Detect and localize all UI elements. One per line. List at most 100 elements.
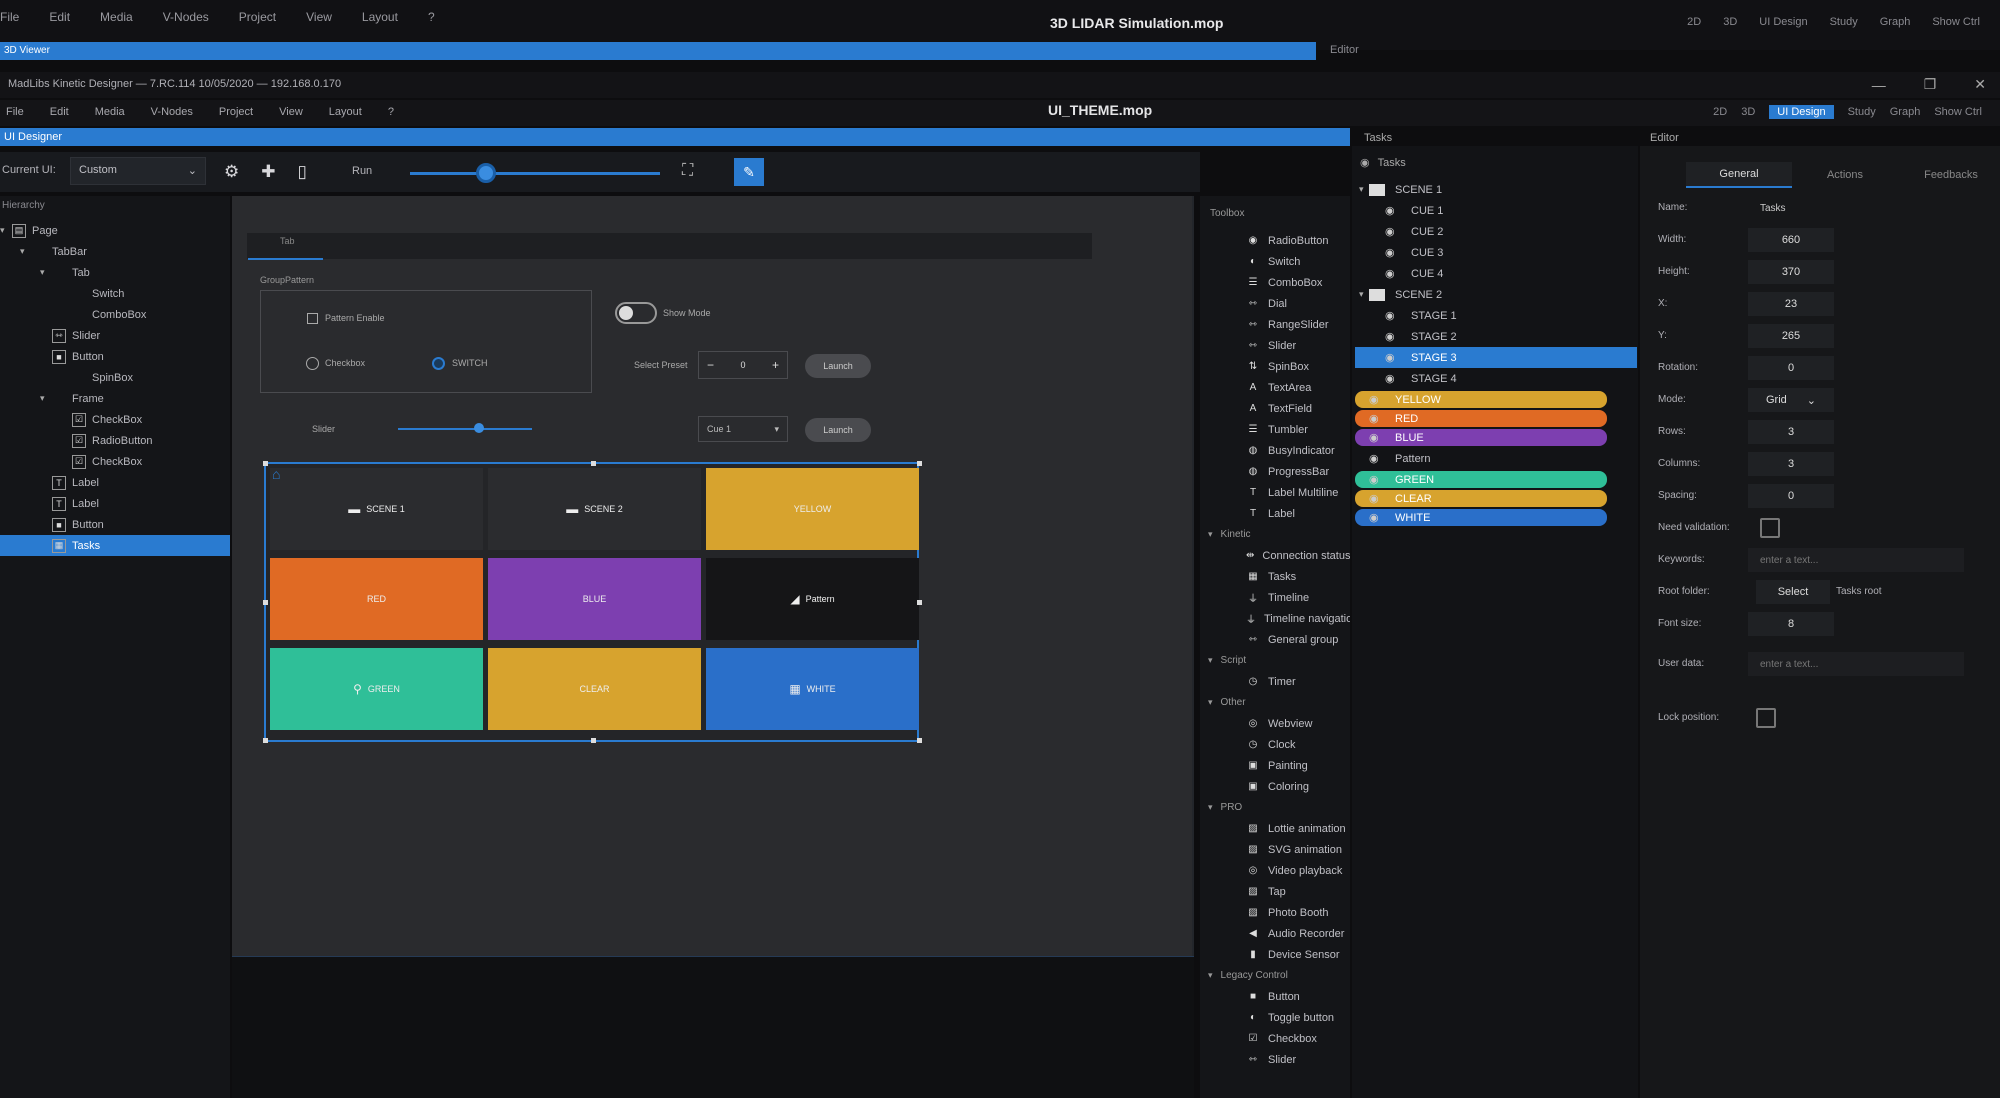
outer-menu-help[interactable]: ? <box>428 10 435 24</box>
outer-menu-layout[interactable]: Layout <box>362 10 398 24</box>
property-value-field[interactable]: 265 <box>1748 324 1834 348</box>
tab-actions[interactable]: Actions <box>1792 162 1898 188</box>
mode-study[interactable]: Study <box>1848 106 1876 118</box>
task-tile[interactable]: YELLOW <box>706 468 919 550</box>
toolbox-item[interactable]: ◐ Toggle button <box>1200 1007 1350 1028</box>
toolbox-item[interactable]: ⇿ Slider <box>1200 1049 1350 1070</box>
task-row[interactable]: ◉ CUE 3 <box>1355 242 1637 263</box>
task-tile[interactable]: BLUE <box>488 558 701 640</box>
toolbox-category[interactable]: ▾ PRO <box>1200 797 1350 818</box>
toolbox-item[interactable]: ⇿ Slider <box>1200 335 1350 356</box>
property-select[interactable]: Grid ⌄ <box>1748 388 1834 412</box>
toolbox-item[interactable]: A TextField <box>1200 398 1350 419</box>
toolbox-item[interactable]: ▨ Tap <box>1200 881 1350 902</box>
toolbox-item[interactable]: ◉ RadioButton <box>1200 230 1350 251</box>
task-tile[interactable]: ▬ SCENE 1 <box>270 468 483 550</box>
toolbox-item[interactable]: ▮ Device Sensor <box>1200 944 1350 965</box>
task-row[interactable]: ▾ SCENE 1 <box>1355 179 1637 200</box>
pattern-enable-checkbox[interactable] <box>307 313 318 324</box>
task-row[interactable]: ◉ CUE 4 <box>1355 263 1637 284</box>
edit-mode-button[interactable]: ✎ <box>734 158 764 186</box>
eye-icon[interactable]: ◉ <box>1369 452 1385 465</box>
eye-icon[interactable]: ◉ <box>1385 351 1401 364</box>
hierarchy-item[interactable]: ☑ CheckBox <box>0 451 230 472</box>
toolbox-item[interactable]: ▣ Coloring <box>1200 776 1350 797</box>
task-row[interactable]: ◉ CLEAR <box>1355 490 1607 507</box>
outer-menu-project[interactable]: Project <box>239 10 276 24</box>
caret-icon[interactable]: ▾ <box>20 246 32 257</box>
hierarchy-item[interactable]: ComboBox <box>0 304 230 325</box>
property-value-field[interactable]: 0 <box>1748 356 1834 380</box>
hierarchy-item[interactable]: ■ Button <box>0 346 230 367</box>
property-value-field[interactable]: 3 <box>1748 420 1834 444</box>
property-text-input[interactable]: enter a text... <box>1748 652 1964 676</box>
hierarchy-item[interactable]: ☑ RadioButton <box>0 430 230 451</box>
property-value-field[interactable]: 0 <box>1748 484 1834 508</box>
task-row[interactable]: ◉ GREEN <box>1355 471 1607 488</box>
resize-handle[interactable] <box>591 461 596 466</box>
resize-handle[interactable] <box>917 738 922 743</box>
hierarchy-item[interactable]: ⇿ Slider <box>0 325 230 346</box>
toolbox-item[interactable]: ▨ Lottie animation <box>1200 818 1350 839</box>
resize-handle[interactable] <box>591 738 596 743</box>
launch-button[interactable]: Launch <box>805 354 871 378</box>
outer-mode-2d[interactable]: 2D <box>1687 16 1701 28</box>
hierarchy-item[interactable]: ▦ Tasks <box>0 535 230 556</box>
mode-ui-design[interactable]: UI Design <box>1769 105 1834 119</box>
task-row[interactable]: ◉ BLUE <box>1355 429 1607 446</box>
property-value-field[interactable]: 8 <box>1748 612 1834 636</box>
toolbox-item[interactable]: ◷ Timer <box>1200 671 1350 692</box>
preview-slider[interactable] <box>398 428 532 430</box>
hierarchy-item[interactable]: T Label <box>0 493 230 514</box>
toolbox-item[interactable]: ☰ ComboBox <box>1200 272 1350 293</box>
eye-icon[interactable]: ◉ <box>1369 492 1385 505</box>
resize-handle[interactable] <box>917 600 922 605</box>
eye-icon[interactable]: ◉ <box>1385 267 1401 280</box>
property-text-input[interactable]: enter a text... <box>1748 548 1964 572</box>
caret-icon[interactable]: ▾ <box>40 267 52 278</box>
task-row[interactable]: ◉ WHITE <box>1355 509 1607 526</box>
hierarchy-item[interactable]: ▾ Tab <box>0 262 230 283</box>
toolbox-item[interactable]: ◎ Webview <box>1200 713 1350 734</box>
resize-handle[interactable] <box>263 738 268 743</box>
eye-icon[interactable]: ◉ <box>1369 431 1385 444</box>
toolbox-item[interactable]: ◍ ProgressBar <box>1200 461 1350 482</box>
eye-icon[interactable]: ◉ <box>1385 309 1401 322</box>
toolbox-item[interactable]: ☑ Checkbox <box>1200 1028 1350 1049</box>
hierarchy-item[interactable]: T Label <box>0 472 230 493</box>
toolbox-item[interactable]: ◷ Clock <box>1200 734 1350 755</box>
mode-3d[interactable]: 3D <box>1741 106 1755 118</box>
launch-button-2[interactable]: Launch <box>805 418 871 442</box>
property-value-field[interactable]: 370 <box>1748 260 1834 284</box>
outer-menu-file[interactable]: File <box>0 10 19 24</box>
toolbox-item[interactable]: ▨ Photo Booth <box>1200 902 1350 923</box>
mode-graph[interactable]: Graph <box>1890 106 1921 118</box>
toolbox-item[interactable]: ⇹ Connection status <box>1200 545 1350 566</box>
toolbox-item[interactable]: ◐ Switch <box>1200 251 1350 272</box>
toolbox-item[interactable]: ◎ Video playback <box>1200 860 1350 881</box>
mode-2d[interactable]: 2D <box>1713 106 1727 118</box>
toolbox-item[interactable]: ▣ Painting <box>1200 755 1350 776</box>
toolbox-category[interactable]: ▾ Other <box>1200 692 1350 713</box>
toolbox-item[interactable]: ⇿ General group <box>1200 629 1350 650</box>
task-row[interactable]: ▾ SCENE 2 <box>1355 284 1637 305</box>
hierarchy-item[interactable]: ■ Button <box>0 514 230 535</box>
add-icon[interactable]: ✚ <box>261 162 275 182</box>
property-value-field[interactable]: 660 <box>1748 228 1834 252</box>
toolbox-item[interactable]: ⇅ SpinBox <box>1200 356 1350 377</box>
task-row[interactable]: ◉ CUE 2 <box>1355 221 1637 242</box>
tab-feedbacks[interactable]: Feedbacks <box>1898 162 2000 188</box>
eye-icon[interactable]: ◉ <box>1369 393 1385 406</box>
radio-switch[interactable] <box>432 357 445 370</box>
eye-icon[interactable]: ◉ <box>1369 511 1385 524</box>
eye-icon[interactable]: ◉ <box>1360 156 1370 169</box>
gear-icon[interactable]: ⚙ <box>224 162 239 182</box>
toolbox-item[interactable]: ▨ SVG animation <box>1200 839 1350 860</box>
task-row[interactable]: ◉ STAGE 1 <box>1355 305 1637 326</box>
preview-tab[interactable]: Tab <box>280 236 295 246</box>
task-tile[interactable]: ▦ WHITE <box>706 648 919 730</box>
toolbox-item[interactable]: ⇿ RangeSlider <box>1200 314 1350 335</box>
mode-show-ctrl[interactable]: Show Ctrl <box>1934 106 1982 118</box>
toolbox-item[interactable]: ▦ Tasks <box>1200 566 1350 587</box>
hierarchy-item[interactable]: SpinBox <box>0 367 230 388</box>
